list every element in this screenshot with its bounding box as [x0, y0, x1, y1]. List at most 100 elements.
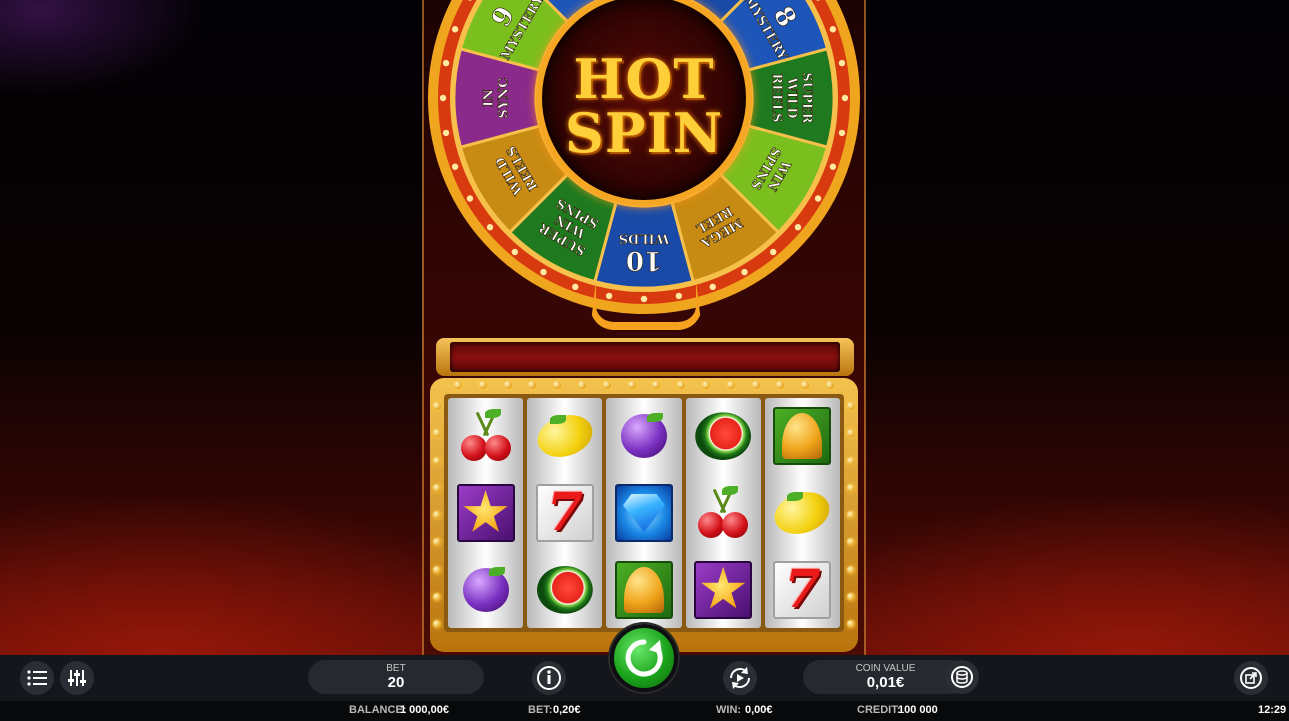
- frame-bulb: [433, 538, 441, 547]
- cherry-fruit: [484, 435, 511, 462]
- menu-icon: [27, 670, 47, 686]
- frame-bulb: [801, 381, 810, 389]
- frame-bulb: [433, 565, 441, 574]
- lemon-symbol: [531, 405, 598, 467]
- logo-hot: HOT: [573, 47, 715, 111]
- wheel-bulb: [442, 129, 450, 137]
- frame-bulb: [701, 381, 710, 389]
- star-symbol: [692, 559, 754, 621]
- frame-bulb: [433, 429, 441, 438]
- balance-value: 1 000,00€: [400, 704, 449, 716]
- diamond-tile: [615, 483, 673, 542]
- frame-bulbs-top: [454, 381, 834, 389]
- balance-label: BALANCE:: [349, 704, 407, 716]
- frame-bulbs-left: [433, 402, 441, 628]
- seven-icon: 7: [546, 481, 583, 543]
- bet-total-label: BET:: [528, 704, 553, 716]
- info-button[interactable]: [532, 661, 566, 695]
- wheel-bulb: [841, 94, 849, 102]
- wheel-bulb: [442, 59, 450, 67]
- frame-bulb: [652, 381, 661, 389]
- frame-bulb: [433, 456, 441, 465]
- plum-leaf: [488, 566, 505, 576]
- frame-bulb: [847, 456, 855, 465]
- logo-spin: SPIN: [564, 101, 724, 165]
- cherry-symbol: [692, 482, 754, 544]
- frame-bulb: [847, 402, 855, 410]
- diamond-icon: [623, 493, 665, 532]
- frame-bulb: [433, 483, 441, 492]
- bet-value: 20: [387, 674, 405, 691]
- cherry-fruit: [722, 511, 749, 538]
- cherry-symbol: [455, 405, 517, 467]
- status-bar: BALANCE: 1 000,00€ BET: 0,20€ WIN: 0,00€…: [0, 701, 1289, 721]
- menu-button[interactable]: [20, 661, 54, 695]
- frame-bulbs-right: [847, 402, 855, 628]
- credit-label: CREDIT:: [857, 704, 901, 716]
- wheel-hub: HOT SPIN: [536, 0, 752, 206]
- wheel-bulb: [838, 59, 846, 67]
- reel-column: 7: [764, 398, 841, 628]
- star-icon: [701, 566, 746, 609]
- star-symbol: [455, 482, 517, 544]
- credit-value: 100 000: [898, 704, 938, 716]
- frame-bulb: [726, 381, 735, 389]
- frame-bulb: [433, 511, 441, 519]
- sliders-icon: [68, 670, 86, 686]
- frame-bulb: [503, 381, 512, 389]
- bet-selector[interactable]: BET 20: [308, 660, 484, 694]
- frame-bulb: [825, 381, 834, 389]
- frame-bulb: [847, 511, 855, 519]
- frame-bulb: [847, 565, 855, 574]
- plum-symbol: [455, 559, 517, 621]
- watermelon-symbol: [692, 405, 754, 467]
- frame-bulb: [433, 620, 441, 628]
- autoplay-button[interactable]: [723, 661, 757, 695]
- frame-bulb: [776, 381, 785, 389]
- coin-stack-icon: [951, 666, 973, 688]
- cherry-leaf: [722, 485, 739, 495]
- wheel-bulb: [794, 224, 802, 231]
- win-value: 0,00€: [745, 704, 773, 716]
- frame-bulb: [602, 381, 611, 389]
- watermelon-slice: [695, 412, 752, 461]
- diamond-symbol: [613, 482, 675, 544]
- coin-value-button[interactable]: [945, 660, 979, 694]
- wheel-bulb: [511, 248, 518, 256]
- coin-value-label: COIN VALUE: [855, 663, 916, 674]
- wheel-bulb: [572, 283, 579, 291]
- external-link-button[interactable]: [1234, 661, 1268, 695]
- wheel-bulb: [770, 248, 777, 256]
- frame-bulb: [627, 381, 636, 389]
- bell-symbol: [613, 559, 675, 621]
- cherry-fruit: [460, 435, 487, 462]
- external-link-icon: [1240, 667, 1262, 689]
- message-bar-inner: [450, 342, 840, 372]
- frame-bulb: [577, 381, 586, 389]
- wheel-bulb: [709, 283, 716, 291]
- wheel-pointer: [590, 238, 702, 330]
- reel-column: [685, 398, 761, 628]
- frame-bulb: [847, 620, 855, 628]
- bell-icon: [624, 566, 664, 613]
- coin-value-selector[interactable]: COIN VALUE 0,01€: [803, 660, 968, 694]
- spin-button[interactable]: [610, 624, 678, 692]
- frame-bulb: [847, 483, 855, 492]
- watermelon-slice: [536, 565, 593, 614]
- bell-tile: [773, 407, 832, 466]
- frame-bulb: [847, 538, 855, 547]
- frame-bulb: [553, 381, 562, 389]
- seven-tile: 7: [535, 481, 594, 543]
- lemon-symbol: [769, 482, 836, 544]
- reel-grid: 77: [444, 394, 844, 632]
- wheel-segment-label: SUPERWILDREELS: [769, 72, 814, 123]
- frame-bulb: [847, 429, 855, 438]
- message-bar: [436, 338, 854, 376]
- settings-button[interactable]: [60, 661, 94, 695]
- star-icon: [463, 489, 508, 532]
- cherry-fruit: [698, 511, 725, 538]
- bet-label: BET: [386, 663, 406, 674]
- wheel-bulb: [741, 268, 748, 276]
- seven-tile: 7: [773, 560, 832, 619]
- frame-bulb: [478, 381, 487, 389]
